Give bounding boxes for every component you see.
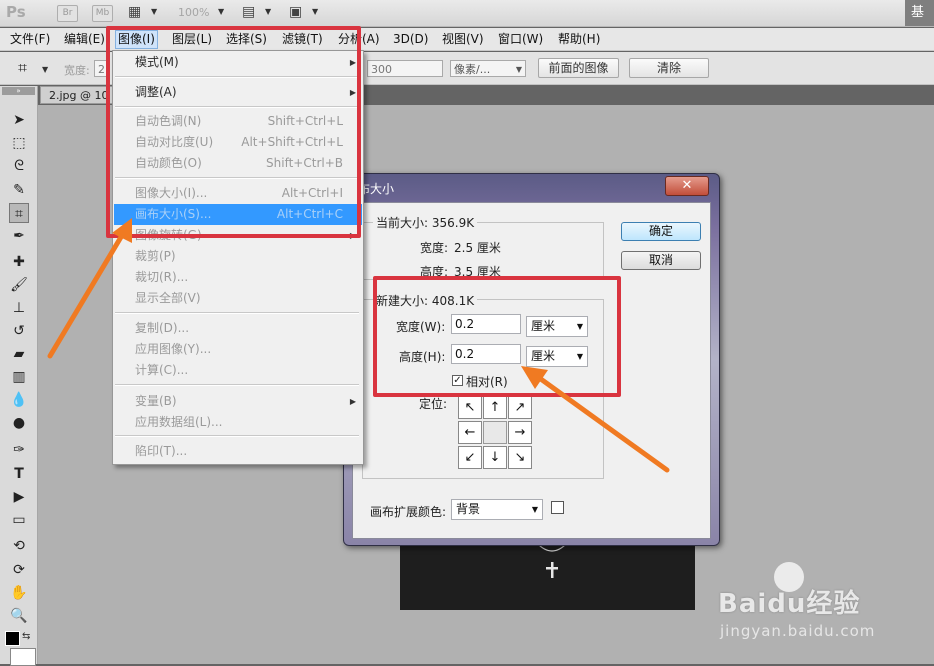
watermark-url: jingyan.baidu.com [720, 622, 876, 640]
annotation-arrow [521, 366, 670, 473]
watermark-logo-text: Baidu经验 [718, 589, 861, 619]
annotation-arrow [47, 218, 132, 359]
